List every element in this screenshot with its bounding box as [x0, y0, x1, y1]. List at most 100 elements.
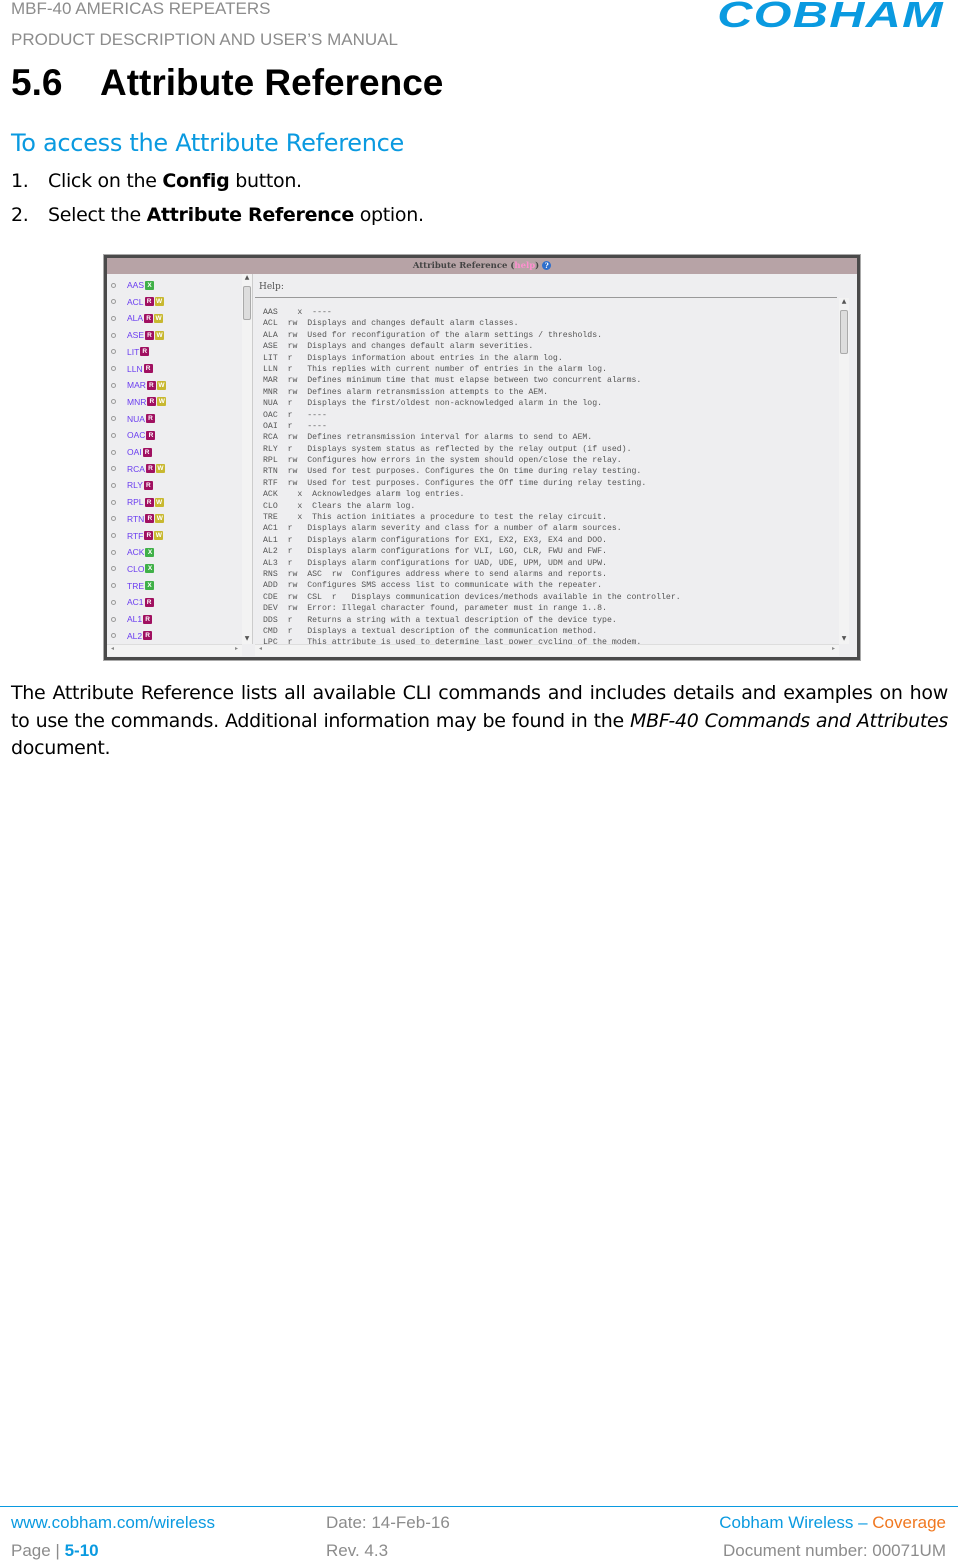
attribute-code: RTN [127, 513, 145, 524]
badge-r[interactable]: R [143, 631, 153, 641]
badge-r[interactable]: R [143, 480, 153, 490]
attribute-item-clo[interactable]: CLO X [111, 562, 155, 576]
help-text: AAS x ---- ACL rw Displays and changes de… [263, 307, 681, 644]
help-link[interactable]: help [514, 261, 535, 271]
attribute-item-aas[interactable]: AAS X [111, 278, 155, 292]
badge-w[interactable]: W [154, 497, 164, 507]
attr-desc: Displays a textual description of the co… [307, 626, 598, 636]
badge-r[interactable]: R [145, 414, 155, 424]
attribute-item-al1[interactable]: AL1 R [111, 612, 153, 626]
attr-mode: rw [287, 467, 298, 477]
badge-r[interactable]: R [146, 380, 156, 390]
help-hscroll[interactable]: ◂ ▸ [255, 644, 839, 656]
bullet-icon [111, 282, 116, 288]
attribute-list-hscroll[interactable]: ◂ ▸ [107, 644, 242, 656]
attribute-item-ac1[interactable]: AC1 R [111, 595, 154, 609]
attribute-item-acl[interactable]: ACL R W [111, 295, 164, 309]
help-line: RPL rw Configures how errors in the syst… [263, 455, 681, 466]
badge-r[interactable]: R [142, 447, 152, 457]
attr-desc: Used for reconfiguration of the alarm se… [307, 330, 603, 340]
attribute-item-rpl[interactable]: RPL R W [111, 495, 164, 509]
attribute-code: RPL [127, 497, 144, 508]
attribute-item-ase[interactable]: ASE R W [111, 328, 165, 342]
badge-x[interactable]: X [145, 280, 155, 290]
bullet-icon [111, 349, 116, 355]
badge-r[interactable]: R [144, 297, 154, 307]
badge-x[interactable]: X [145, 547, 155, 557]
attr-desc: Displays information about entries in th… [307, 353, 563, 363]
attribute-item-mar[interactable]: MAR R W [111, 378, 166, 392]
attribute-item-lit[interactable]: LIT R [111, 345, 150, 359]
attribute-item-ack[interactable]: ACK X [111, 545, 155, 559]
bullet-icon [111, 499, 116, 505]
badge-w[interactable]: W [155, 464, 165, 474]
bullet-icon [111, 366, 116, 371]
badge-w[interactable]: W [154, 531, 164, 540]
attribute-code: AL1 [127, 614, 143, 624]
attribute-item-tre[interactable]: TRE X [111, 579, 154, 593]
badge-r[interactable]: R [144, 497, 154, 507]
help-scrollbar[interactable]: ▲ ▼ [839, 298, 849, 644]
badge-r[interactable]: R [147, 397, 157, 407]
badge-r[interactable]: R [143, 614, 153, 624]
attr-code: CMD [263, 626, 278, 636]
attr-mode: r [287, 626, 298, 636]
badge-r[interactable]: R [143, 364, 153, 373]
attribute-item-ala[interactable]: ALA R W [111, 311, 164, 325]
attribute-code: LLN [127, 363, 143, 374]
attribute-item-nua[interactable]: NUA R [111, 412, 155, 426]
badge-r[interactable]: R [145, 464, 155, 474]
badge-w[interactable]: W [154, 313, 164, 323]
badge-r[interactable]: R [144, 597, 154, 607]
badge-w[interactable]: W [154, 297, 164, 307]
footer-rev: Rev. 4.3 [326, 1541, 389, 1560]
attribute-code: TRE [127, 580, 144, 591]
attribute-reference-screenshot: Attribute Reference (help) ? ▲ ▼ AAS X ACL R… [103, 254, 861, 661]
help-line: RNS rw ASC rw Configures address where t… [263, 569, 681, 580]
badge-r[interactable]: R [140, 347, 150, 357]
help-line: DDS r Returns a string with a textual de… [263, 615, 681, 626]
attribute-code: AAS [127, 280, 145, 290]
bullet-icon [111, 399, 116, 405]
badge-r[interactable]: R [144, 531, 154, 540]
section-number: 5.6 [11, 62, 63, 103]
attribute-item-mnr[interactable]: MNR R W [111, 395, 167, 409]
paragraph-text: document. [11, 737, 111, 759]
attribute-item-al2[interactable]: AL2 R [111, 629, 153, 643]
attribute-item-rly[interactable]: RLY R [111, 478, 153, 492]
badge-w[interactable]: W [157, 397, 167, 407]
attr-mode: r [287, 399, 298, 409]
attribute-item-oai[interactable]: OAI R [111, 445, 152, 459]
footer-url[interactable]: www.cobham.com/wireless [11, 1513, 215, 1533]
window-titlebar: Attribute Reference (help) ? [107, 258, 857, 274]
question-icon[interactable]: ? [542, 261, 552, 270]
bullet-icon [111, 299, 116, 305]
attribute-item-rca[interactable]: RCA R W [111, 462, 165, 476]
badge-x[interactable]: X [145, 564, 155, 574]
attr-desc: Error: Illegal character found, paramete… [307, 604, 607, 614]
badge-r[interactable]: R [146, 430, 156, 440]
help-line: AAS x ---- [263, 307, 681, 318]
company-name: Cobham Wireless – [719, 1513, 873, 1532]
badge-x[interactable]: X [145, 581, 154, 591]
badge-r[interactable]: R [145, 514, 155, 524]
attr-code: RPL [263, 456, 278, 466]
badge-r[interactable]: R [144, 313, 154, 323]
badge-w[interactable]: W [156, 380, 166, 390]
badge-w[interactable]: W [155, 514, 165, 524]
page-label: Page | [11, 1541, 65, 1560]
help-line: ALA rw Used for reconfiguration of the a… [263, 330, 681, 341]
attribute-item-rtn[interactable]: RTN R W [111, 512, 165, 526]
step-bold: Attribute Reference [146, 204, 355, 226]
badge-w[interactable]: W [155, 330, 165, 340]
attribute-list-scrollbar[interactable]: ▲ ▼ [242, 274, 252, 644]
bullet-icon [111, 416, 116, 422]
attr-code: RLY [263, 444, 278, 454]
badge-r[interactable]: R [145, 330, 155, 340]
footer-divider [0, 1506, 958, 1507]
attribute-item-rtf[interactable]: RTF R W [111, 529, 164, 543]
attribute-item-lln[interactable]: LLN R [111, 362, 153, 376]
attr-desc: Configures how errors in the system shou… [307, 456, 622, 466]
attribute-code: RLY [127, 480, 143, 491]
attribute-item-oac[interactable]: OAC R [111, 428, 156, 442]
